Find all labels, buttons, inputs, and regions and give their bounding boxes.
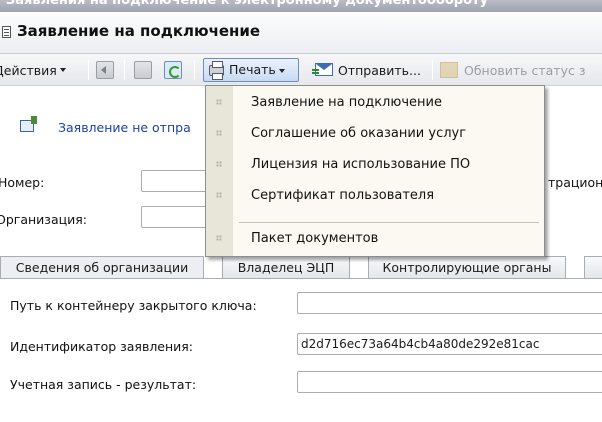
info-link[interactable]: Заявление не отпра	[58, 120, 191, 135]
menu-item-software-license[interactable]: Лицензия на использование ПО	[251, 157, 470, 172]
form-title: Заявление на подключение	[17, 22, 261, 40]
menu-item-icon	[216, 161, 222, 167]
menu-item-service-agreement[interactable]: Соглашение об оказании услуг	[251, 126, 466, 141]
key-path-label: Путь к контейнеру закрытого ключа:	[10, 298, 257, 313]
chevron-down-icon	[59, 68, 66, 72]
print-dropdown-menu: Заявление на подключение Соглашение об о…	[205, 85, 545, 257]
back-icon[interactable]	[96, 61, 114, 79]
document-icon	[2, 26, 11, 38]
menu-item-document-package[interactable]: Пакет документов	[251, 231, 378, 246]
window-title: Заявления на подключение к электронному …	[6, 0, 489, 8]
number-label: Номер:	[0, 175, 45, 190]
request-id-input[interactable]: d2d716ec73a64b4cb4a80de292e81cac	[297, 333, 602, 355]
window-title-bar: Заявления на подключение к электронному …	[0, 0, 602, 12]
menu-separator	[239, 222, 539, 223]
menu-item-user-certificate[interactable]: Сертификат пользователя	[251, 188, 434, 203]
menu-item-icon	[216, 99, 222, 105]
organization-label: Организация:	[0, 212, 87, 227]
refresh-icon[interactable]	[164, 61, 182, 79]
print-label: Печать	[229, 62, 276, 77]
account-input[interactable]	[297, 371, 602, 393]
tab-organization-info[interactable]: Сведения об организации	[0, 256, 204, 278]
actions-label: Действия	[0, 62, 57, 78]
menu-item-application[interactable]: Заявление на подключение	[251, 95, 442, 110]
menu-item-icon	[216, 235, 222, 241]
info-status-icon	[20, 116, 37, 132]
registration-label: трацион	[548, 175, 602, 190]
send-button[interactable]: Отправить...	[338, 54, 421, 86]
request-id-label: Идентификатор заявления:	[10, 339, 194, 354]
toolbar-separator	[194, 60, 195, 80]
send-label: Отправить...	[338, 62, 421, 78]
tab-signature-owner[interactable]: Владелец ЭЦП	[222, 256, 350, 278]
update-status-label: Обновить статус з	[464, 62, 586, 78]
printer-icon	[209, 61, 224, 80]
tab-supervisory-bodies[interactable]: Контролирующие органы	[368, 256, 566, 278]
tab-label: Сведения об организации	[15, 260, 189, 275]
tab-more[interactable]	[584, 256, 602, 278]
tab-label: Контролирующие органы	[382, 260, 552, 275]
tabs-divider	[0, 278, 602, 279]
update-status-icon	[440, 62, 458, 78]
toolbar-separator	[432, 60, 433, 80]
toolbar-separator	[88, 60, 89, 80]
organization-input[interactable]	[141, 206, 211, 228]
actions-menu-button[interactable]: Действия	[0, 54, 66, 86]
toolbar-separator	[124, 60, 125, 80]
number-input[interactable]	[141, 170, 211, 192]
menu-item-icon	[216, 130, 222, 136]
send-envelope-icon	[312, 63, 333, 76]
tab-label: Владелец ЭЦП	[237, 260, 335, 275]
update-status-button[interactable]: Обновить статус з	[464, 54, 585, 86]
copy-icon[interactable]	[134, 61, 152, 79]
toolbar: Действия Печать Отправить... Обновить ст…	[0, 54, 602, 86]
menu-gutter	[206, 86, 233, 256]
print-button[interactable]: Печать	[203, 58, 299, 82]
chevron-down-icon	[278, 68, 285, 73]
menu-item-icon	[216, 192, 222, 198]
key-path-input[interactable]	[297, 292, 602, 314]
account-label: Учетная запись - результат:	[10, 377, 197, 392]
